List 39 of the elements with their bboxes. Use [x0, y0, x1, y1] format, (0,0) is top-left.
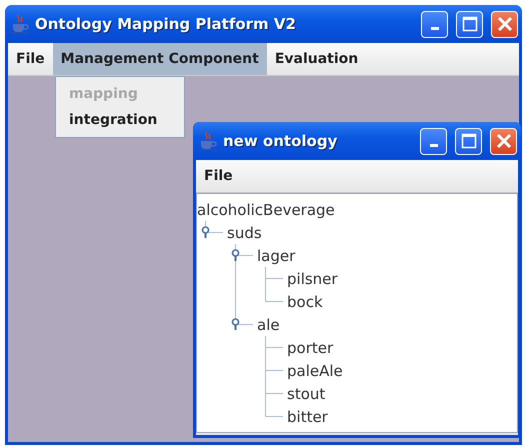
- minimize-button[interactable]: [421, 10, 448, 38]
- minimize-icon: [430, 144, 438, 147]
- tree-node[interactable]: ale: [257, 316, 280, 334]
- maximize-button[interactable]: [455, 128, 482, 154]
- tree-node[interactable]: pilsner: [287, 270, 338, 288]
- close-icon: [496, 16, 512, 32]
- tree-node[interactable]: paleAle: [287, 362, 343, 380]
- window-title: new ontology: [223, 132, 338, 150]
- close-button[interactable]: [491, 10, 518, 38]
- minimize-icon: [430, 27, 438, 30]
- tree-node[interactable]: lager: [257, 246, 296, 264]
- coffee-cup-icon: [199, 131, 217, 151]
- tree-connector: [235, 244, 254, 267]
- expand-handle-icon[interactable]: [232, 318, 240, 330]
- maximize-icon: [460, 133, 476, 149]
- menu-item[interactable]: File: [8, 43, 53, 75]
- minimize-button[interactable]: [420, 128, 447, 154]
- close-button[interactable]: [490, 128, 517, 154]
- tree-node[interactable]: porter: [287, 338, 334, 356]
- maximize-button[interactable]: [456, 10, 483, 38]
- tree-node[interactable]: bock: [287, 292, 323, 310]
- expand-handle-icon[interactable]: [202, 226, 210, 238]
- maximize-icon: [462, 16, 478, 32]
- tree-node[interactable]: alcoholicBeverage: [197, 200, 335, 218]
- coffee-cup-icon: [11, 14, 29, 34]
- close-icon: [496, 133, 512, 149]
- menu-item[interactable]: Management Component: [52, 43, 267, 75]
- tree-node[interactable]: stout: [287, 384, 326, 402]
- tree-connector: [235, 313, 254, 325]
- tree-connector: [265, 359, 284, 382]
- tree-connector: [265, 336, 284, 359]
- menu-item[interactable]: Evaluation: [266, 43, 366, 75]
- tree-node[interactable]: suds: [227, 224, 262, 242]
- window-title: Ontology Mapping Platform V2: [35, 15, 297, 33]
- menu-item[interactable]: File: [196, 160, 241, 192]
- menu-option[interactable]: integration: [56, 107, 184, 133]
- expand-handle-icon[interactable]: [232, 249, 240, 261]
- tree-node[interactable]: bitter: [287, 408, 328, 426]
- tree-connector: [205, 221, 224, 233]
